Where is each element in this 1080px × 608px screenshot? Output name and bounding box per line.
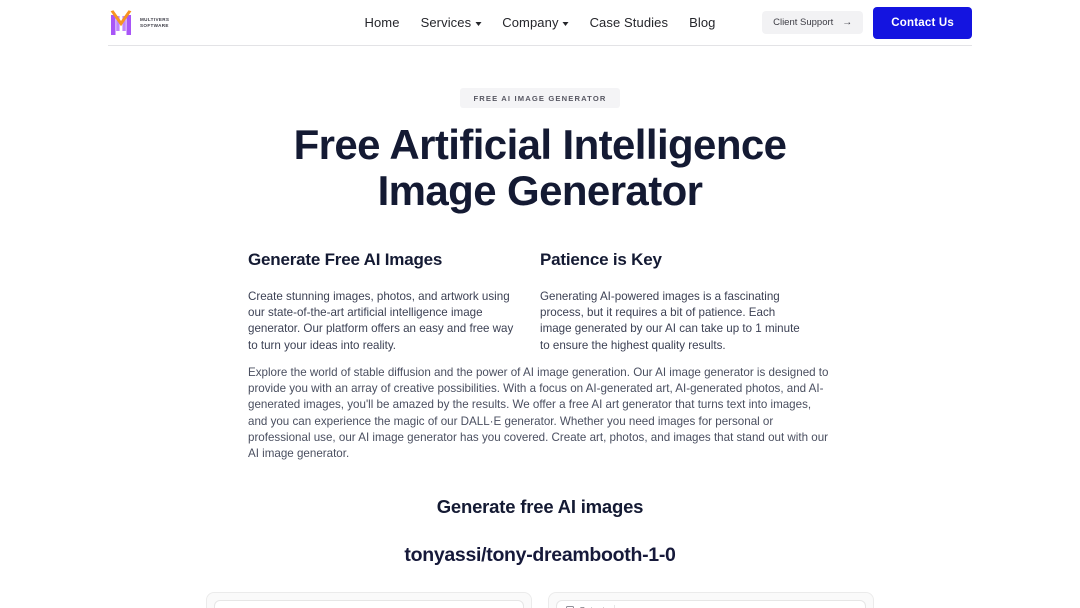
input-panel-inner[interactable]: Input: [214, 600, 524, 608]
arrow-right-icon: →: [842, 17, 853, 28]
input-panel: Input: [206, 592, 532, 608]
brand-line-2: SOFTWARE: [140, 22, 169, 28]
nav-label-services: Services: [420, 15, 472, 30]
header-actions: Client Support → Contact Us: [762, 6, 972, 39]
page-root: MULTIVERS SOFTWARE Home Services Company…: [0, 0, 1080, 608]
feature-column-generate: Generate Free AI Images Create stunning …: [248, 250, 540, 354]
site-header: MULTIVERS SOFTWARE Home Services Company…: [108, 0, 972, 46]
contact-us-button[interactable]: Contact Us: [873, 6, 972, 39]
output-panel-inner[interactable]: Output: [556, 600, 866, 608]
generator-model-name: tonyassi/tony-dreambooth-1-0: [404, 544, 676, 566]
chevron-down-icon: [475, 21, 482, 26]
brand-logo[interactable]: MULTIVERS SOFTWARE: [108, 8, 169, 38]
nav-item-company[interactable]: Company: [502, 15, 569, 30]
lead-paragraph: Explore the world of stable diffusion an…: [248, 366, 829, 461]
feature-body-generate: Create stunning images, photos, and artw…: [248, 290, 514, 352]
nav-item-blog[interactable]: Blog: [689, 15, 715, 30]
hero-section: FREE AI IMAGE GENERATOR Free Artificial …: [0, 46, 1080, 214]
nav-label-case-studies: Case Studies: [589, 15, 669, 30]
nav-label-home: Home: [364, 15, 400, 30]
client-support-button[interactable]: Client Support →: [762, 11, 864, 34]
generator-section-title: Generate free AI images: [436, 496, 644, 517]
nav-label-company: Company: [502, 15, 559, 30]
nav-item-services[interactable]: Services: [421, 15, 482, 30]
client-support-label: Client Support: [773, 17, 834, 28]
feature-heading-patience: Patience is Key: [540, 250, 662, 269]
brand-wordmark: MULTIVERS SOFTWARE: [140, 17, 169, 27]
nav-item-case-studies[interactable]: Case Studies: [590, 15, 669, 30]
hero-eyebrow-badge: FREE AI IMAGE GENERATOR: [460, 88, 620, 108]
multivers-m-logo-icon: [110, 9, 132, 35]
generator-panels: Input Output: [206, 592, 874, 608]
main-navigation: Home Services Company Case Studies Blog: [364, 15, 715, 30]
page-title: Free Artificial Intelligence Image Gener…: [293, 121, 787, 214]
output-panel-tabbar: Output: [557, 601, 865, 608]
feature-body-patience: Generating AI-powered images is a fascin…: [540, 290, 800, 352]
feature-heading-generate: Generate Free AI Images: [248, 250, 443, 269]
chevron-down-icon: [562, 21, 569, 26]
nav-item-home[interactable]: Home: [364, 15, 399, 30]
output-panel: Output: [548, 592, 874, 608]
nav-label-blog: Blog: [689, 15, 716, 30]
feature-column-patience: Patience is Key Generating AI-powered im…: [540, 250, 832, 354]
feature-columns: Generate Free AI Images Create stunning …: [248, 250, 832, 354]
